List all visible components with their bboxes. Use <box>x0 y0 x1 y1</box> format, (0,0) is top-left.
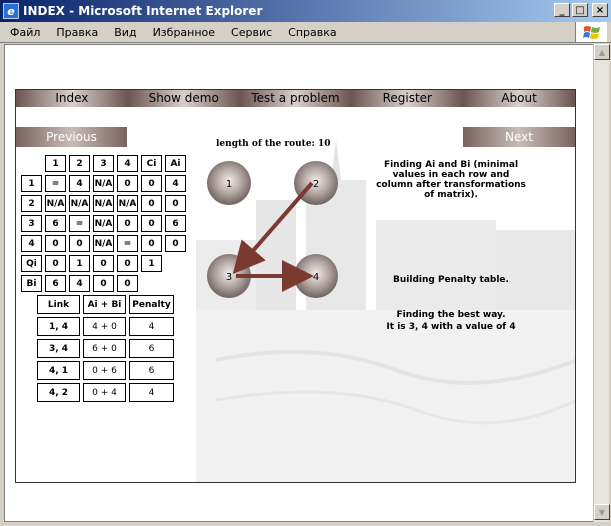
route-graph: 1 2 3 4 <box>207 161 338 298</box>
minimize-button[interactable]: _ <box>554 3 570 17</box>
vertical-scrollbar[interactable]: ▲ ▼ <box>593 44 610 522</box>
menu-view[interactable]: Вид <box>114 26 136 39</box>
best-way-title: Finding the best way. <box>396 310 506 320</box>
node-label: 1 <box>226 179 232 190</box>
page-frame: Index Show demo Test a problem Register … <box>15 89 576 483</box>
edge-2-3 <box>232 181 314 275</box>
menu-bar: Файл Правка Вид Избранное Сервис Справка <box>0 22 611 43</box>
scroll-down-icon[interactable]: ▼ <box>594 504 610 520</box>
close-button[interactable]: × <box>592 3 608 17</box>
building-penalty-text: Building Penalty table. <box>393 275 509 285</box>
maximize-button[interactable]: □ <box>572 3 588 17</box>
node-label: 4 <box>313 272 319 283</box>
menu-help[interactable]: Справка <box>288 26 336 39</box>
menu-file[interactable]: Файл <box>10 26 40 39</box>
graph-node: 1 <box>207 161 251 205</box>
menu-edit[interactable]: Правка <box>56 26 98 39</box>
finding-ai-bi-text: Finding Ai and Bi (minimal values in eac… <box>376 160 526 200</box>
ie-icon: e <box>3 3 19 19</box>
windows-logo-icon <box>575 22 607 42</box>
node-label: 2 <box>313 179 319 190</box>
window-title: INDEX - Microsoft Internet Explorer <box>23 4 263 18</box>
menu-tools[interactable]: Сервис <box>231 26 272 39</box>
window-titlebar: e INDEX - Microsoft Internet Explorer _ … <box>0 0 611 22</box>
node-label: 3 <box>226 272 232 283</box>
menu-favorites[interactable]: Избранное <box>153 26 215 39</box>
best-way-result: It is 3, 4 with a value of 4 <box>386 322 516 332</box>
scroll-up-icon[interactable]: ▲ <box>594 44 610 60</box>
